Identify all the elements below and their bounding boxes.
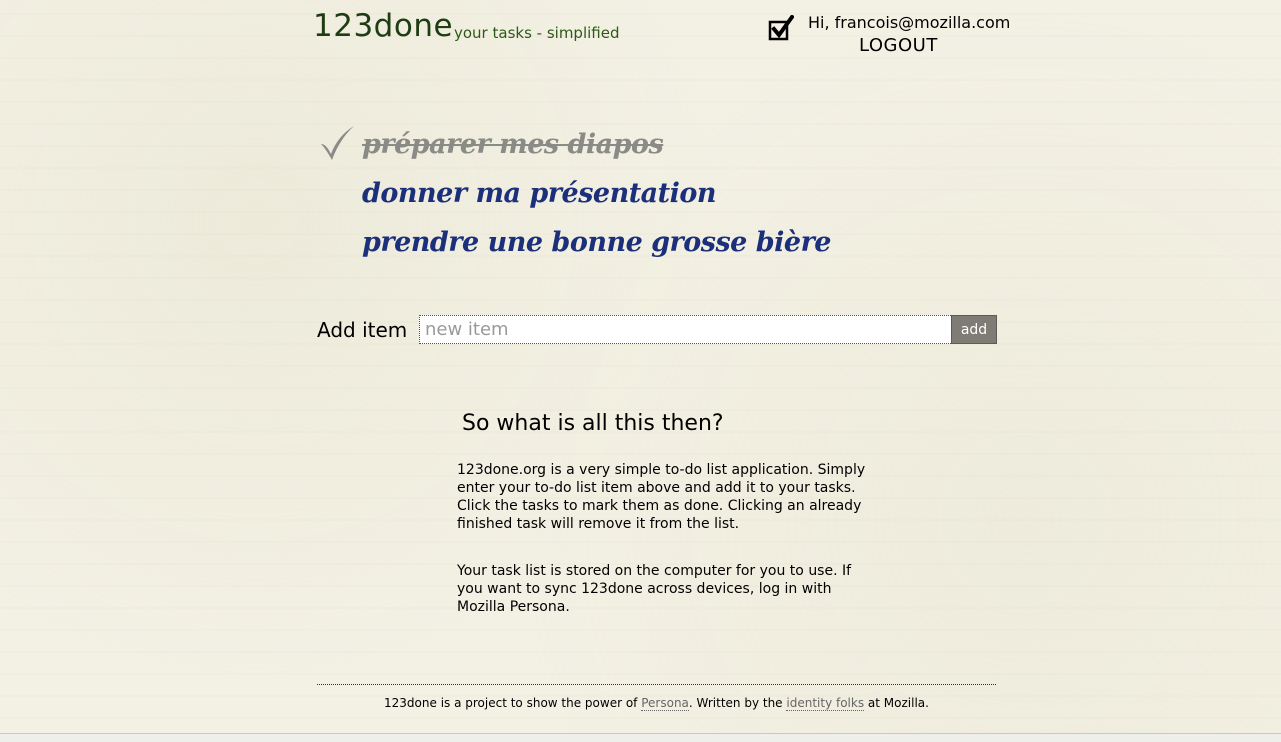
about-paragraph: 123done.org is a very simple to-do list … [457, 462, 866, 532]
add-item-label: Add item [317, 318, 408, 342]
task-item[interactable]: donner ma présentation [318, 169, 958, 218]
checkbox-checked-icon [768, 15, 794, 41]
task-label: préparer mes diapos [362, 129, 664, 160]
footer-text: at Mozilla. [864, 696, 929, 710]
footer-divider [317, 684, 996, 685]
task-label: donner ma présentation [362, 178, 717, 209]
task-list: préparer mes diapos donner ma présentati… [318, 120, 958, 267]
add-button[interactable]: add [951, 315, 997, 344]
task-item[interactable]: prendre une bonne grosse bière [318, 218, 958, 267]
footer-text: 123done is a project to show the power o… [384, 696, 642, 710]
logout-link[interactable]: LOGOUT [859, 35, 938, 56]
persona-link[interactable]: Persona [641, 696, 689, 711]
footer: 123done is a project to show the power o… [317, 696, 996, 711]
about-paragraph: Your task list is stored on the computer… [457, 563, 852, 615]
checkmark-icon [321, 126, 354, 160]
footer-text: . Written by the [688, 696, 787, 710]
new-item-input[interactable] [419, 315, 959, 344]
identity-folks-link[interactable]: identity folks [786, 696, 865, 711]
app-logo[interactable]: 123done [313, 8, 453, 44]
app-tagline: your tasks - simplified [454, 24, 620, 42]
about-heading: So what is all this then? [462, 411, 724, 436]
task-item[interactable]: préparer mes diapos [318, 120, 958, 169]
user-greeting: Hi, francois@mozilla.com [808, 13, 1011, 32]
task-label: prendre une bonne grosse bière [362, 227, 831, 258]
